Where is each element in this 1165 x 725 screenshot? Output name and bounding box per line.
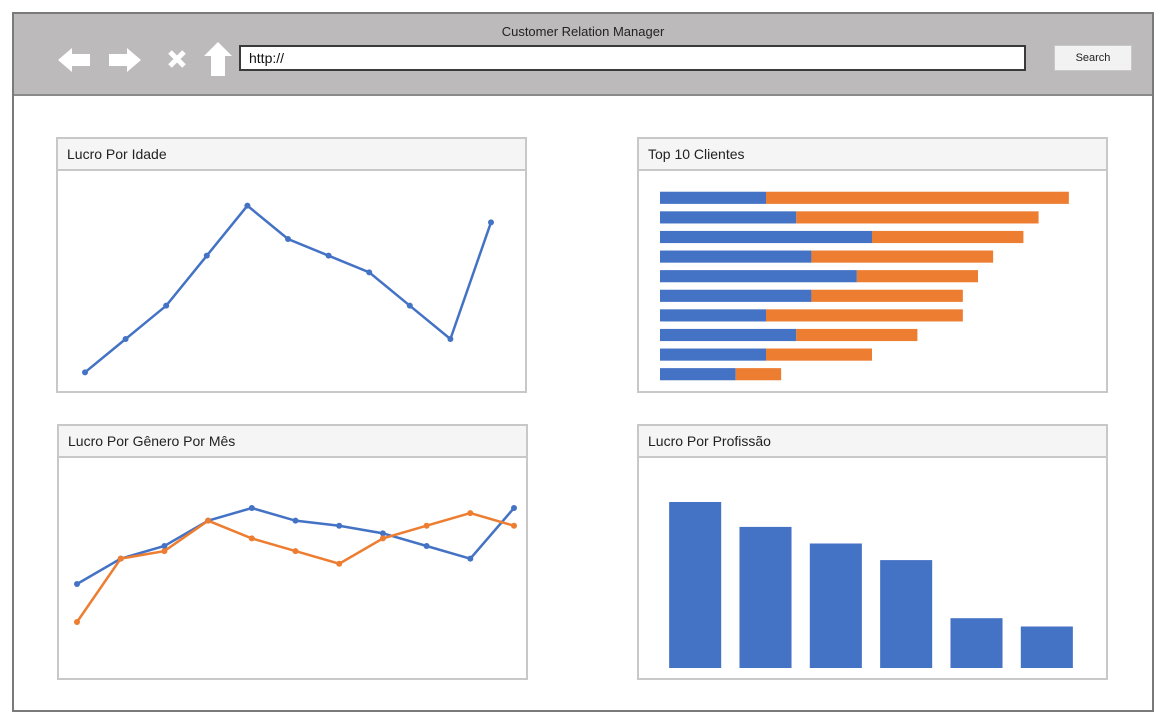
bar-segment-orange: [872, 230, 1024, 244]
bar-segment-blue: [660, 328, 797, 342]
series-line-blue: [84, 203, 493, 374]
search-button[interactable]: Search: [1054, 45, 1132, 71]
bar: [739, 526, 792, 668]
title-bar: Customer Relation Manager Search: [14, 14, 1152, 96]
data-point: [336, 560, 343, 567]
bar-segment-orange: [766, 191, 1069, 204]
forward-arrow-icon[interactable]: [107, 42, 143, 78]
panel-title: Top 10 Clientes: [639, 139, 1106, 171]
bar-segment-orange: [796, 328, 918, 342]
data-point: [511, 522, 517, 529]
data-point: [161, 548, 168, 555]
data-point: [203, 252, 210, 259]
bar-segment-orange: [735, 368, 782, 381]
lucro-por-idade-chart: [82, 202, 494, 376]
data-point: [285, 236, 291, 242]
data-point: [74, 619, 80, 625]
data-point: [406, 302, 413, 309]
bar: [809, 543, 862, 668]
bar: [950, 618, 1003, 668]
bar-segment-orange: [856, 270, 978, 283]
data-point: [122, 336, 129, 342]
panel-title: Lucro Por Idade: [58, 139, 525, 171]
data-point: [423, 522, 430, 529]
bar: [669, 502, 722, 668]
bar: [1020, 626, 1073, 668]
data-point: [467, 555, 474, 562]
data-point: [366, 269, 373, 276]
panel-title: Lucro Por Gênero Por Mês: [59, 426, 526, 458]
lucro-por-profissao-chart: [669, 502, 1073, 668]
data-point: [117, 555, 124, 562]
window-title: Customer Relation Manager: [501, 24, 665, 39]
top-10-clientes-chart: [660, 191, 1069, 381]
series-line-orange: [75, 511, 515, 623]
data-point: [74, 581, 80, 587]
lucro-por-genero-por-mes-chart: [74, 505, 517, 625]
bar-segment-orange: [811, 250, 994, 263]
bar-segment-blue: [660, 309, 766, 322]
data-point: [248, 535, 255, 542]
data-point: [423, 543, 430, 549]
data-point: [292, 517, 299, 524]
data-point: [447, 336, 454, 342]
url-input[interactable]: [239, 45, 1026, 71]
back-arrow-icon[interactable]: [56, 42, 92, 78]
bar-segment-orange: [811, 289, 963, 302]
panel-top-10-clientes: Top 10 Clientes: [637, 137, 1108, 393]
data-point: [163, 302, 170, 309]
data-point: [511, 505, 517, 511]
bar-segment-blue: [660, 230, 872, 244]
data-point: [292, 548, 299, 555]
browser-window: Customer Relation Manager Search Lucro P…: [12, 12, 1154, 712]
data-point: [244, 202, 251, 209]
panel-lucro-por-idade: Lucro Por Idade: [56, 137, 527, 393]
panel-lucro-por-profissao: Lucro Por Profissão: [637, 424, 1108, 680]
bar-segment-blue: [660, 348, 766, 361]
data-point: [488, 219, 494, 226]
bar-segment-orange: [766, 348, 872, 361]
close-icon[interactable]: [160, 42, 196, 78]
data-point: [379, 535, 386, 542]
panel-lucro-por-genero-por-mes: Lucro Por Gênero Por Mês: [57, 424, 528, 680]
data-point: [467, 510, 474, 517]
bar-segment-blue: [660, 250, 812, 263]
data-point: [205, 517, 212, 524]
bar-segment-blue: [660, 211, 797, 224]
bar-segment-orange: [766, 309, 963, 322]
data-point: [82, 369, 88, 376]
home-up-arrow-icon[interactable]: [200, 42, 236, 78]
bar: [880, 560, 933, 668]
data-point: [325, 252, 332, 259]
bar-segment-blue: [660, 270, 857, 283]
panel-title: Lucro Por Profissão: [639, 426, 1106, 458]
bar-segment-blue: [660, 368, 736, 381]
data-point: [248, 505, 255, 511]
bar-segment-blue: [660, 289, 812, 302]
bar-segment-blue: [660, 191, 766, 204]
bar-segment-orange: [796, 211, 1039, 224]
data-point: [336, 522, 343, 529]
